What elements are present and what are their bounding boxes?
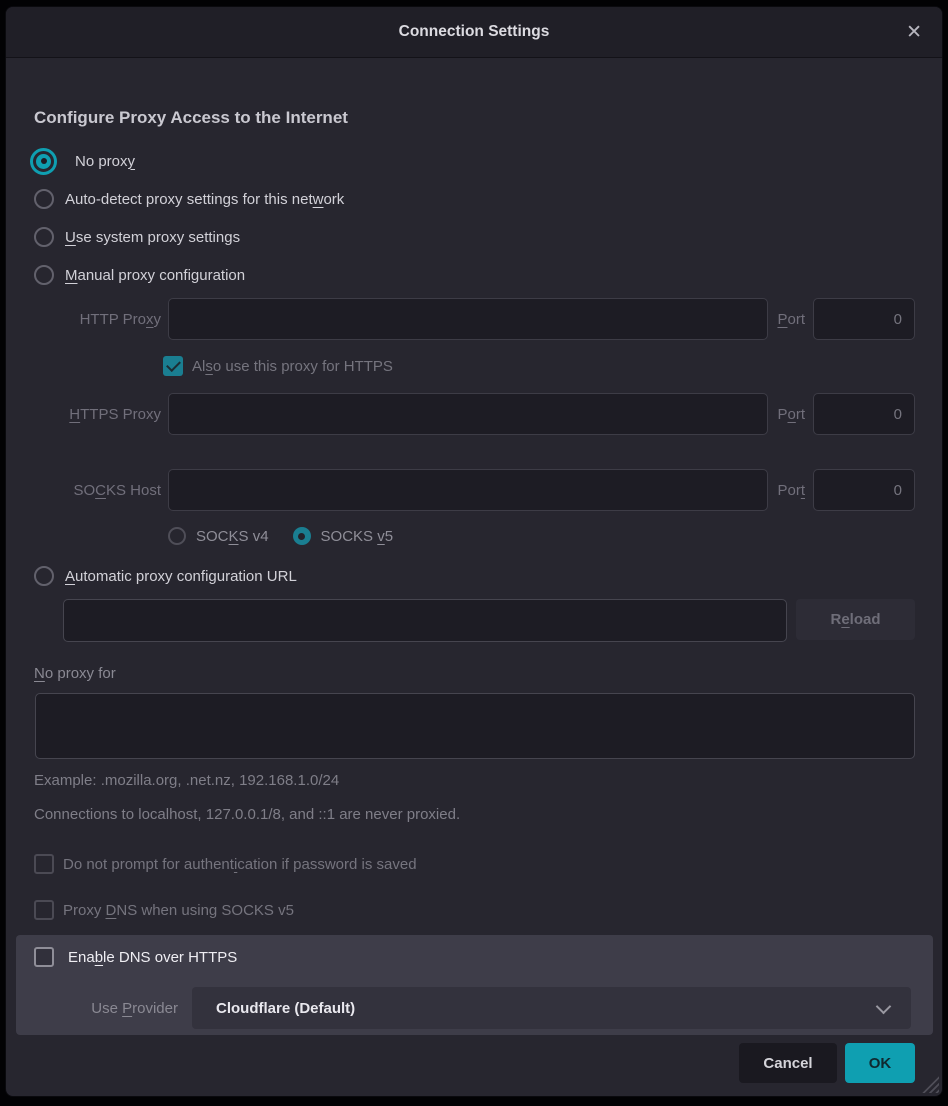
provider-value: Cloudflare (Default) xyxy=(216,1000,355,1017)
radio-auto-detect-label: Auto-detect proxy settings for this netw… xyxy=(65,191,344,208)
radio-row-auto-detect[interactable]: Auto-detect proxy settings for this netw… xyxy=(34,180,915,218)
chevron-down-icon xyxy=(876,999,892,1015)
no-prompt-auth-label: Do not prompt for authentication if pass… xyxy=(63,856,417,873)
dialog-title: Connection Settings xyxy=(399,23,550,41)
radio-auto-detect[interactable] xyxy=(34,189,54,209)
https-port-input[interactable] xyxy=(813,393,915,435)
radio-manual-proxy[interactable] xyxy=(34,265,54,285)
enable-doh-checkbox[interactable] xyxy=(34,947,54,967)
proxy-dns-checkbox[interactable] xyxy=(34,900,54,920)
also-https-row[interactable]: Also use this proxy for HTTPS xyxy=(163,353,915,379)
enable-doh-label: Enable DNS over HTTPS xyxy=(68,949,237,966)
no-proxy-for-note: Connections to localhost, 127.0.0.1/8, a… xyxy=(34,806,915,824)
socks-host-input[interactable] xyxy=(168,469,768,511)
no-proxy-for-label: No proxy for xyxy=(34,665,915,685)
titlebar: Connection Settings ✕ xyxy=(6,7,942,58)
check-icon xyxy=(166,357,181,372)
socks-port-input[interactable] xyxy=(813,469,915,511)
https-port-label: Port xyxy=(775,406,806,423)
page-title: Configure Proxy Access to the Internet xyxy=(34,106,915,130)
also-https-label: Also use this proxy for HTTPS xyxy=(192,358,393,375)
reload-button[interactable]: Reload xyxy=(796,599,915,640)
proxy-dns-row[interactable]: Proxy DNS when using SOCKS v5 xyxy=(34,900,915,920)
dialog-content: Configure Proxy Access to the Internet N… xyxy=(6,58,942,1096)
radio-socks-v5[interactable] xyxy=(293,527,311,545)
provider-label: Use Provider xyxy=(34,1000,178,1017)
provider-dropdown[interactable]: Cloudflare (Default) xyxy=(192,987,911,1029)
socks-version-row: SOCKS v4 SOCKS v5 xyxy=(168,523,915,549)
also-https-checkbox[interactable] xyxy=(163,356,183,376)
https-proxy-input[interactable] xyxy=(168,393,768,435)
http-port-label: Port xyxy=(775,311,806,328)
auto-url-row: Reload xyxy=(63,599,915,642)
http-proxy-label: HTTP Proxy xyxy=(29,311,161,328)
enable-doh-row[interactable]: Enable DNS over HTTPS xyxy=(34,947,911,967)
radio-manual-proxy-label: Manual proxy configuration xyxy=(65,267,245,284)
socks-v4-label: SOCKS v4 xyxy=(196,528,269,545)
connection-settings-dialog: Connection Settings ✕ Configure Proxy Ac… xyxy=(5,6,943,1097)
https-proxy-row: HTTPS Proxy Port xyxy=(29,393,915,435)
socks-v5-label: SOCKS v5 xyxy=(321,528,394,545)
radio-auto-url-label: Automatic proxy configuration URL xyxy=(65,568,297,585)
http-proxy-input[interactable] xyxy=(168,298,768,340)
https-proxy-label: HTTPS Proxy xyxy=(29,406,161,423)
close-icon[interactable]: ✕ xyxy=(902,7,926,57)
radio-system-proxy-label: Use system proxy settings xyxy=(65,229,240,246)
radio-row-no-proxy[interactable]: No proxy xyxy=(34,142,915,180)
radio-row-system-proxy[interactable]: Use system proxy settings xyxy=(34,218,915,256)
no-proxy-for-example: Example: .mozilla.org, .net.nz, 192.168.… xyxy=(34,772,915,790)
radio-socks-v4[interactable] xyxy=(168,527,186,545)
no-prompt-auth-checkbox[interactable] xyxy=(34,854,54,874)
radio-row-manual-proxy[interactable]: Manual proxy configuration xyxy=(34,256,915,294)
socks-host-row: SOCKS Host Port xyxy=(29,469,915,511)
radio-system-proxy[interactable] xyxy=(34,227,54,247)
no-prompt-auth-row[interactable]: Do not prompt for authentication if pass… xyxy=(34,854,915,874)
socks-port-label: Port xyxy=(775,482,806,499)
http-port-input[interactable] xyxy=(813,298,915,340)
dns-over-https-panel: Enable DNS over HTTPS Use Provider Cloud… xyxy=(16,935,933,1035)
socks-host-label: SOCKS Host xyxy=(29,482,161,499)
http-proxy-row: HTTP Proxy Port xyxy=(29,298,915,340)
radio-auto-url[interactable] xyxy=(34,566,54,586)
radio-no-proxy[interactable] xyxy=(30,148,57,175)
provider-row: Use Provider Cloudflare (Default) xyxy=(34,987,911,1029)
ok-button[interactable]: OK xyxy=(845,1043,915,1083)
radio-no-proxy-label: No proxy xyxy=(75,153,135,170)
footer: Cancel OK xyxy=(29,1043,915,1083)
radio-row-auto-url[interactable]: Automatic proxy configuration URL xyxy=(34,561,915,591)
auto-url-input[interactable] xyxy=(63,599,787,642)
no-proxy-for-textarea[interactable] xyxy=(35,693,915,759)
proxy-dns-label: Proxy DNS when using SOCKS v5 xyxy=(63,902,294,919)
cancel-button[interactable]: Cancel xyxy=(739,1043,837,1083)
